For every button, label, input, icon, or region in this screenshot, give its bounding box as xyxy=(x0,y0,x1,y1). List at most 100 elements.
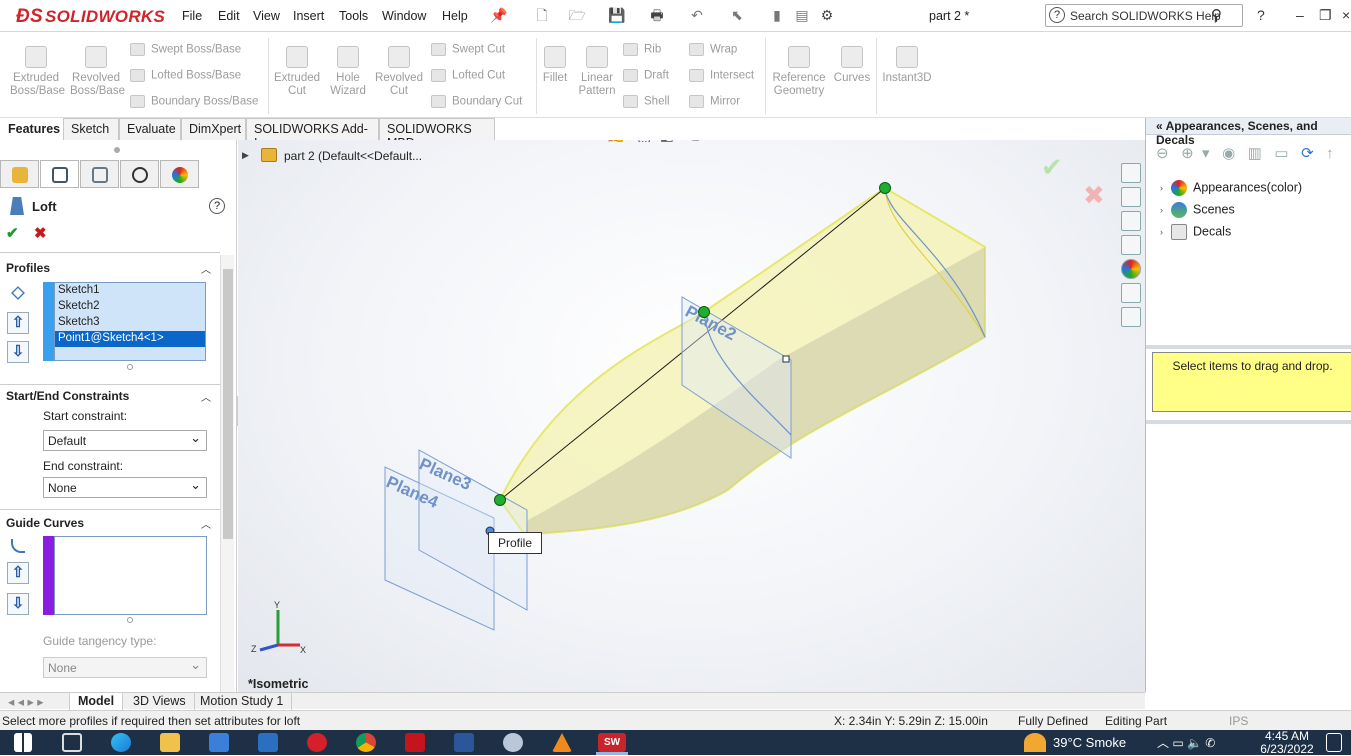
scrollbar-thumb[interactable] xyxy=(223,269,233,539)
guide-curves-section-header[interactable]: Guide Curves xyxy=(6,516,84,530)
menu-file[interactable]: File xyxy=(182,9,202,23)
minimize-window-icon[interactable]: – xyxy=(1296,7,1304,23)
list-item[interactable]: Sketch2 xyxy=(55,299,205,315)
restore-window-icon[interactable]: ❐ xyxy=(1319,7,1332,24)
weather-icon[interactable] xyxy=(1024,733,1046,752)
store-icon[interactable] xyxy=(209,733,229,752)
new-document-icon[interactable]: 🗋 xyxy=(533,7,551,23)
tree-item-appearances[interactable]: › Appearances(color) xyxy=(1160,180,1302,196)
tab-evaluate[interactable]: Evaluate xyxy=(119,118,181,140)
end-constraint-select[interactable]: None xyxy=(43,477,207,498)
model-canvas[interactable]: Plane3 Plane4 Plane2 Y X Z xyxy=(238,140,1145,692)
profiles-section-header[interactable]: Profiles xyxy=(6,261,50,275)
clock[interactable]: 4:45 AM 6/23/2022 xyxy=(1256,730,1318,756)
expand-icon[interactable]: › xyxy=(1160,183,1163,193)
tab-addins[interactable]: SOLIDWORKS Add-Ins xyxy=(246,118,379,150)
menu-edit[interactable]: Edit xyxy=(218,9,240,23)
open-icon[interactable]: 🗁 xyxy=(568,7,586,23)
move-down-button[interactable]: ⇩ xyxy=(7,341,29,363)
wrap-button[interactable]: Wrap xyxy=(689,43,737,56)
tab-scroll-arrows[interactable]: ◂ ◂ ▸ ▸ xyxy=(0,693,70,710)
file-properties-icon[interactable]: ▤ xyxy=(793,7,811,23)
word-icon[interactable] xyxy=(454,733,474,752)
menu-tools[interactable]: Tools xyxy=(339,9,368,23)
list-resize-handle[interactable] xyxy=(127,364,133,370)
pin-icon[interactable]: 📌 xyxy=(490,7,508,23)
tree-item-decals[interactable]: › Decals xyxy=(1160,224,1231,240)
appearances-tab-icon[interactable] xyxy=(1121,259,1141,279)
start-constraint-select[interactable]: Default xyxy=(43,430,207,451)
save-icon[interactable]: 💾 xyxy=(608,7,626,23)
search-box[interactable]: ? Search SOLIDWORKS Help ⚲ xyxy=(1045,4,1243,27)
swept-cut-button[interactable]: Swept Cut xyxy=(431,43,505,56)
new-folder-icon[interactable]: ▭ xyxy=(1274,145,1288,162)
acrobat-icon[interactable] xyxy=(405,733,425,752)
profile-point[interactable] xyxy=(698,306,710,318)
view-palette-icon[interactable] xyxy=(1121,235,1141,255)
solidworks-taskbar-icon[interactable]: SW xyxy=(598,733,626,752)
guide-tangency-select[interactable]: None xyxy=(43,657,207,678)
list-item[interactable]: Sketch1 xyxy=(55,283,205,299)
edge-browser-icon[interactable] xyxy=(111,733,131,752)
boundary-boss-button[interactable]: Boundary Boss/Base xyxy=(130,95,258,108)
shell-button[interactable]: Shell xyxy=(623,95,670,108)
instant3d-button[interactable]: Instant3D xyxy=(879,46,935,85)
constraints-section-header[interactable]: Start/End Constraints xyxy=(6,389,129,403)
undo-icon[interactable]: ↶ xyxy=(688,7,706,23)
tab-configuration-manager[interactable] xyxy=(80,160,119,188)
collapse-chevron-icon[interactable]: ︿ xyxy=(201,516,211,531)
list-item[interactable]: Sketch3 xyxy=(55,315,205,331)
solidworks-logo[interactable]: ƉS SOLIDWORKS xyxy=(16,6,165,28)
forward-icon[interactable]: ⊕ xyxy=(1181,145,1194,162)
options-gear-icon[interactable]: ⚙ xyxy=(818,7,836,23)
add-file-location-icon[interactable]: ◉ xyxy=(1222,145,1235,162)
graphics-area[interactable]: ▶ part 2 (Default<<Default... ⌕ ⌕ ✎ ▱ ✍ … xyxy=(238,140,1145,692)
list-resize-handle[interactable] xyxy=(127,617,133,623)
tab-mbd[interactable]: SOLIDWORKS MBD xyxy=(379,118,495,150)
profile-point[interactable] xyxy=(879,182,891,194)
select-icon[interactable]: ⬉ xyxy=(728,7,746,23)
unit-system[interactable]: IPS xyxy=(1229,714,1248,728)
rib-button[interactable]: Rib xyxy=(623,43,661,56)
print-icon[interactable]: 🖶 xyxy=(648,7,666,23)
app-icon[interactable] xyxy=(503,733,523,752)
chevron-down-icon[interactable]: ▾ xyxy=(1202,145,1210,162)
expand-icon[interactable]: › xyxy=(1160,227,1163,237)
menu-window[interactable]: Window xyxy=(382,9,426,23)
tab-sketch[interactable]: Sketch xyxy=(63,118,119,140)
menu-view[interactable]: View xyxy=(253,9,280,23)
linear-pattern-button[interactable]: Linear Pattern xyxy=(574,46,620,98)
ok-check-icon[interactable]: ✔ xyxy=(6,224,19,242)
lofted-boss-button[interactable]: Lofted Boss/Base xyxy=(130,69,241,82)
chrome-icon[interactable] xyxy=(356,733,376,752)
collapse-chevron-icon[interactable]: ︿ xyxy=(201,261,211,276)
collapse-pane-icon[interactable]: « xyxy=(1156,119,1163,133)
extruded-cut-button[interactable]: Extruded Cut xyxy=(272,46,322,98)
tab-3d-views[interactable]: 3D Views xyxy=(125,693,195,710)
solidworks-resources-icon[interactable] xyxy=(1121,163,1141,183)
revolved-boss-button[interactable]: Revolved Boss/Base xyxy=(70,46,125,98)
hole-wizard-button[interactable]: Hole Wizard xyxy=(324,46,372,98)
tree-item-scenes[interactable]: › Scenes xyxy=(1160,202,1235,218)
pane-splitter[interactable] xyxy=(1146,420,1351,424)
file-explorer-icon[interactable] xyxy=(1121,211,1141,231)
help-icon[interactable]: ? xyxy=(209,198,225,214)
search-icon[interactable]: ⚲ xyxy=(1211,6,1222,24)
extruded-boss-button[interactable]: Extruded Boss/Base xyxy=(10,46,65,98)
revolved-cut-button[interactable]: Revolved Cut xyxy=(374,46,424,98)
plane-handle[interactable] xyxy=(782,355,790,363)
move-up-button[interactable]: ⇧ xyxy=(7,312,29,334)
vlc-icon[interactable] xyxy=(552,733,572,752)
property-manager-scrollbar[interactable] xyxy=(220,255,234,692)
back-icon[interactable]: ⊖ xyxy=(1156,145,1169,162)
cancel-x-icon[interactable]: ✖ xyxy=(34,224,47,242)
intersect-button[interactable]: Intersect xyxy=(689,69,754,82)
notifications-icon[interactable] xyxy=(1326,733,1342,752)
mirror-button[interactable]: Mirror xyxy=(689,95,740,108)
curves-button[interactable]: Curves xyxy=(832,46,872,85)
tab-motion-study[interactable]: Motion Study 1 xyxy=(192,693,293,710)
opera-icon[interactable] xyxy=(307,733,327,752)
system-tray-icons[interactable]: ︿ ▭ 🔈 ✆ xyxy=(1157,734,1215,751)
rebuild-icon[interactable]: ▮ xyxy=(768,7,786,23)
expand-icon[interactable]: › xyxy=(1160,205,1163,215)
